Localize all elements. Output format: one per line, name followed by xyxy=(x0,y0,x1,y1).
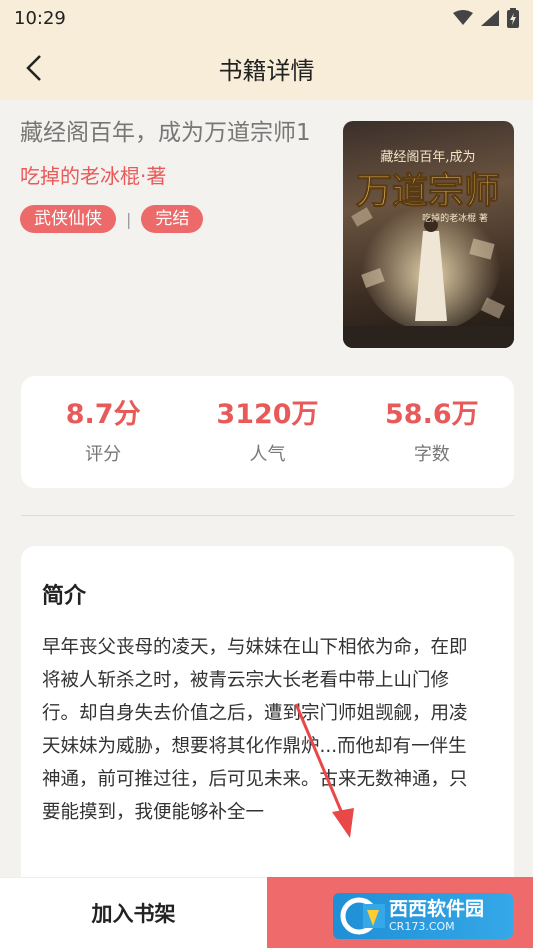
chevron-left-icon xyxy=(26,55,41,81)
tag-list: 武侠仙侠 | 完结 xyxy=(20,205,320,233)
cover-author: 吃掉的老冰棍 著 xyxy=(422,212,488,224)
divider xyxy=(21,515,514,516)
watermark-sub: CR173.COM xyxy=(389,920,455,933)
stat-popularity: 3120万 人气 xyxy=(192,398,342,466)
battery-icon xyxy=(507,8,519,28)
stat-label: 字数 xyxy=(413,444,450,465)
intro-heading: 简介 xyxy=(42,584,87,609)
annotation-arrow xyxy=(294,703,354,838)
stat-value: 8.7分 xyxy=(65,399,141,430)
book-cover[interactable]: 藏经阁百年,成为 万道宗师 吃掉的老冰棍 著 xyxy=(343,121,514,348)
add-to-shelf-button[interactable]: 加入书架 xyxy=(0,877,267,948)
signal-icon xyxy=(481,10,499,26)
book-info: 藏经阁百年，成为万道宗师1 吃掉的老冰棍·著 武侠仙侠 | 完结 xyxy=(20,118,320,233)
watermark-main: 西西软件园 xyxy=(389,898,485,920)
tag-separator: | xyxy=(126,209,132,229)
stat-rating: 8.7分 评分 xyxy=(28,398,178,466)
stat-word-count: 58.6万 字数 xyxy=(357,398,507,466)
cover-art: 藏经阁百年,成为 万道宗师 吃掉的老冰棍 著 xyxy=(343,150,514,348)
stat-label: 人气 xyxy=(249,444,286,465)
cover-subtitle: 藏经阁百年,成为 xyxy=(380,150,475,165)
book-title: 藏经阁百年，成为万道宗师1 xyxy=(20,120,311,146)
wifi-icon xyxy=(453,10,473,25)
intro-text: 早年丧父丧母的凌天，与妹妹在山下相依为命，在即将被人斩杀之时，被青云宗大长老看中… xyxy=(42,637,468,823)
watermark-text: 西西软件园 CR173.COM xyxy=(389,898,484,934)
back-button[interactable] xyxy=(16,50,52,86)
stat-value: 3120万 xyxy=(216,399,319,430)
status-time: 10:29 xyxy=(14,7,66,29)
watermark-logo: 西西软件园 CR173.COM xyxy=(333,893,513,939)
stat-value: 58.6万 xyxy=(385,399,479,430)
status-icons xyxy=(453,8,519,28)
header: 书籍详情 xyxy=(0,36,533,100)
tag-genre[interactable]: 武侠仙侠 xyxy=(20,205,116,233)
book-author[interactable]: 吃掉的老冰棍·著 xyxy=(20,163,320,189)
cover-main-title: 万道宗师 xyxy=(356,170,500,212)
stats-card: 8.7分 评分 3120万 人气 58.6万 字数 xyxy=(21,376,514,488)
stat-label: 评分 xyxy=(85,444,122,465)
watermark-emblem-icon xyxy=(340,897,385,935)
status-bar: 10:29 xyxy=(0,0,533,36)
page-title: 书籍详情 xyxy=(218,56,315,85)
tag-status[interactable]: 完结 xyxy=(141,205,204,233)
